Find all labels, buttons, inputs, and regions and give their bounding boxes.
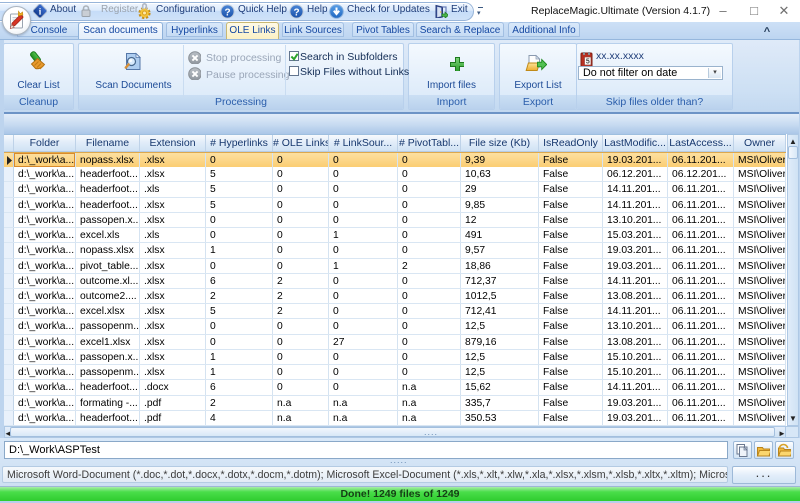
svg-text:?: ? [293, 7, 299, 18]
svg-text:5: 5 [586, 59, 590, 66]
svg-text:?: ? [224, 7, 230, 18]
